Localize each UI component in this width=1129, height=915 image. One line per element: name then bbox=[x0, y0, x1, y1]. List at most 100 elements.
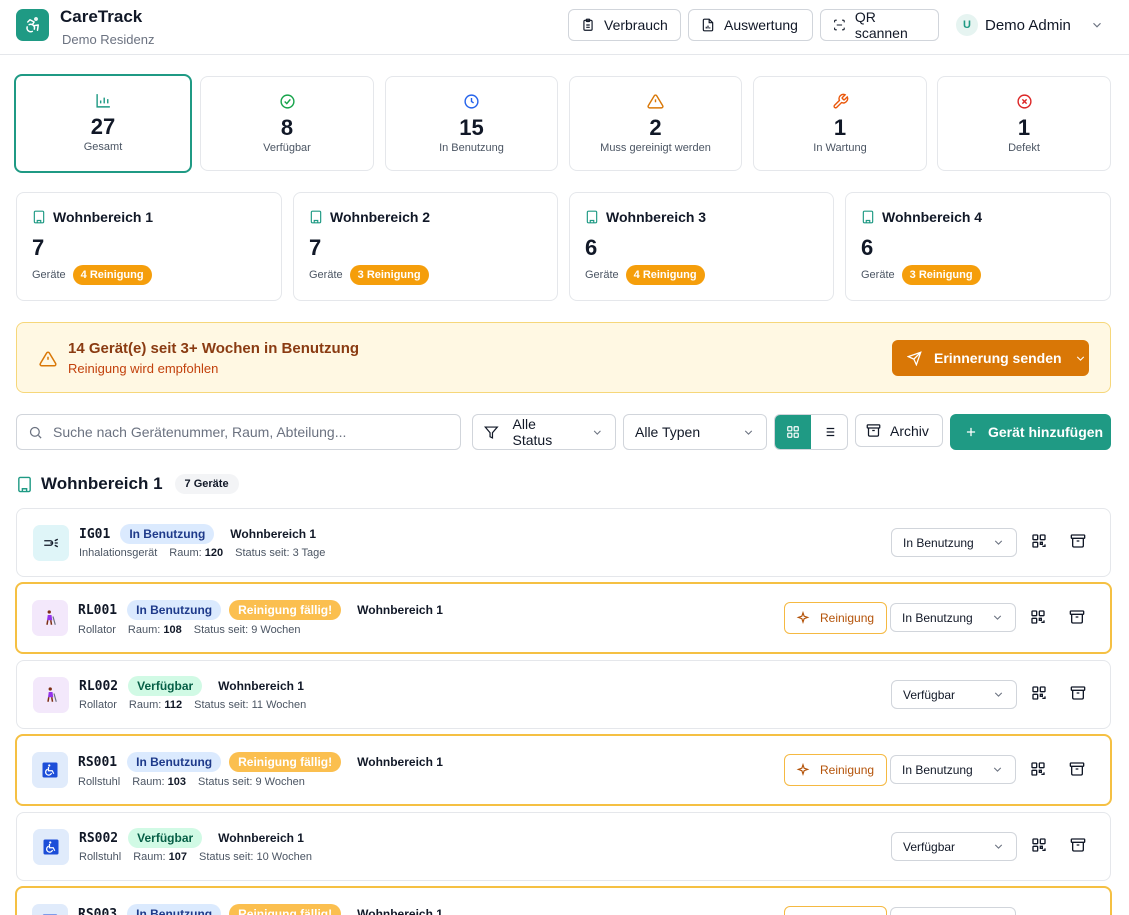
archive-icon[interactable] bbox=[1070, 685, 1086, 701]
stat-card-maintenance[interactable]: 1 In Wartung bbox=[753, 76, 927, 171]
stat-value: 1 bbox=[833, 115, 847, 140]
device-area: Wohnbereich 1 bbox=[218, 679, 304, 693]
chevron-down-icon bbox=[994, 692, 1003, 697]
room-number: 112 bbox=[164, 699, 183, 711]
status-select[interactable]: In Benutzung bbox=[891, 528, 1017, 557]
consumption-button[interactable]: Verbrauch bbox=[568, 9, 681, 41]
area-count: 6 bbox=[585, 235, 598, 260]
device-row[interactable]: RS002 Verfügbar Wohnbereich 1 Rollstuhl … bbox=[16, 812, 1111, 881]
status-since: Status seit: 9 Wochen bbox=[193, 624, 301, 636]
device-area: Wohnbereich 1 bbox=[357, 755, 443, 769]
archive-icon[interactable] bbox=[1070, 837, 1086, 853]
cleaning-badge: 4 Reinigung bbox=[72, 265, 152, 285]
status-since: Status seit: 10 Wochen bbox=[199, 851, 312, 863]
search-input[interactable]: Suche nach Gerätenummer, Raum, Abteilung… bbox=[16, 414, 461, 450]
area-name: Wohnbereich 3 bbox=[606, 209, 707, 225]
evaluation-button[interactable]: Auswertung bbox=[688, 9, 813, 41]
avatar: U bbox=[956, 14, 978, 36]
cleaning-due-badge: Reinigung fällig! bbox=[229, 904, 342, 915]
archive-icon[interactable] bbox=[1069, 761, 1085, 777]
status-select-value: Verfügbar bbox=[903, 839, 956, 854]
archive-icon[interactable] bbox=[1069, 609, 1085, 625]
device-row[interactable]: RL001 In Benutzung Reinigung fällig! Woh… bbox=[15, 582, 1112, 654]
device-id: IG01 bbox=[79, 526, 111, 542]
status-select[interactable]: Verfügbar bbox=[891, 832, 1017, 861]
add-device-button[interactable]: Gerät hinzufügen bbox=[950, 414, 1111, 450]
stat-card-available[interactable]: 8 Verfügbar bbox=[200, 76, 374, 171]
type-filter-select[interactable]: Alle Typen bbox=[623, 414, 767, 450]
device-id: RS003 bbox=[78, 906, 118, 915]
stat-label: Gesamt bbox=[83, 141, 123, 153]
stat-card-needs-cleaning[interactable]: 2 Muss gereinigt werden bbox=[569, 76, 742, 171]
area-card-3[interactable]: Wohnbereich 3 6 Geräte 4 Reinigung bbox=[569, 192, 834, 301]
qr-code-icon[interactable] bbox=[1030, 761, 1046, 777]
area-card-1[interactable]: Wohnbereich 1 7 Geräte 4 Reinigung bbox=[16, 192, 282, 301]
grid-view-button[interactable] bbox=[775, 415, 811, 449]
stat-value: 15 bbox=[459, 115, 484, 140]
list-view-button[interactable] bbox=[811, 415, 847, 449]
area-name: Wohnbereich 2 bbox=[330, 209, 431, 225]
status-since: Status seit: 3 Tage bbox=[235, 547, 326, 559]
area-card-2[interactable]: Wohnbereich 2 7 Geräte 3 Reinigung bbox=[293, 192, 558, 301]
device-row[interactable]: RS003 In Benutzung Reinigung fällig! Woh… bbox=[15, 886, 1112, 915]
area-card-4[interactable]: Wohnbereich 4 6 Geräte 3 Reinigung bbox=[845, 192, 1111, 301]
section-title: Wohnbereich 1 bbox=[41, 474, 163, 493]
stat-value: 2 bbox=[649, 115, 662, 140]
bar-chart-icon bbox=[95, 94, 110, 108]
cleaning-button-label: Reinigung bbox=[820, 763, 875, 777]
consumption-label: Verbrauch bbox=[604, 17, 668, 33]
stat-value: 27 bbox=[90, 114, 116, 139]
user-menu[interactable]: U Demo Admin bbox=[956, 10, 1104, 40]
cleaning-button[interactable]: Reinigung bbox=[784, 602, 887, 634]
qr-code-icon[interactable] bbox=[1031, 533, 1047, 549]
device-type: Rollator bbox=[79, 699, 117, 711]
qr-scan-label: QR scannen bbox=[854, 9, 908, 41]
device-area: Wohnbereich 1 bbox=[230, 527, 317, 541]
send-icon bbox=[907, 350, 922, 366]
status-badge: Verfügbar bbox=[128, 828, 203, 848]
area-name: Wohnbereich 1 bbox=[53, 209, 154, 225]
list-icon bbox=[823, 427, 835, 437]
qr-code-icon[interactable] bbox=[1031, 837, 1047, 853]
status-select[interactable]: Verfügbar bbox=[891, 680, 1017, 709]
status-since: Status seit: 11 Wochen bbox=[194, 699, 307, 711]
cleaning-button[interactable] bbox=[784, 906, 887, 915]
scan-icon bbox=[834, 19, 845, 31]
archive-button[interactable]: Archiv bbox=[855, 414, 943, 447]
device-count-badge: 7 Geräte bbox=[174, 474, 239, 494]
qr-scan-button[interactable]: QR scannen bbox=[820, 9, 939, 41]
device-row[interactable]: RL002 Verfügbar Wohnbereich 1 Rollator R… bbox=[16, 660, 1111, 729]
status-filter-select[interactable]: Alle Status bbox=[472, 414, 616, 450]
chevron-down-icon bbox=[1076, 355, 1084, 361]
building-icon bbox=[33, 210, 45, 224]
cleaning-badge: 4 Reinigung bbox=[625, 265, 705, 285]
room-number: 107 bbox=[168, 851, 188, 863]
stat-card-total[interactable]: 27 Gesamt bbox=[14, 74, 192, 173]
device-row[interactable]: RS001 In Benutzung Reinigung fällig! Woh… bbox=[15, 734, 1112, 806]
stat-label: Defekt bbox=[1008, 142, 1040, 154]
device-row[interactable]: IG01 In Benutzung Wohnbereich 1 Inhalati… bbox=[16, 508, 1111, 577]
cleaning-due-badge: Reinigung fällig! bbox=[229, 600, 342, 620]
user-name: Demo Admin bbox=[985, 16, 1071, 34]
status-select[interactable]: In Benutzung bbox=[890, 603, 1016, 632]
status-select[interactable]: In Benutzung bbox=[890, 755, 1016, 784]
send-reminder-button[interactable]: Erinnerung senden bbox=[892, 340, 1089, 376]
status-select[interactable] bbox=[890, 907, 1016, 915]
status-since: Status seit: 9 Wochen bbox=[198, 776, 305, 788]
facility-name: Demo Residenz bbox=[62, 32, 155, 47]
stat-label: Verfügbar bbox=[263, 142, 311, 154]
device-type: Rollstuhl bbox=[78, 776, 121, 788]
archive-icon[interactable] bbox=[1070, 533, 1086, 549]
stat-card-in-use[interactable]: 15 In Benutzung bbox=[385, 76, 558, 171]
chevron-down-icon bbox=[993, 615, 1002, 620]
qr-code-icon[interactable] bbox=[1030, 609, 1046, 625]
area-devices-label: Geräte bbox=[309, 269, 343, 281]
stat-card-defect[interactable]: 1 Defekt bbox=[937, 76, 1111, 171]
alert-subtitle: Reinigung wird empfohlen bbox=[68, 361, 219, 376]
add-device-label: Gerät hinzufügen bbox=[988, 424, 1104, 440]
cleaning-button[interactable]: Reinigung bbox=[784, 754, 887, 786]
device-type: Inhalationsgerät bbox=[79, 547, 158, 559]
qr-code-icon[interactable] bbox=[1031, 685, 1047, 701]
alert-title: 14 Gerät(e) seit 3+ Wochen in Benutzung bbox=[68, 340, 360, 357]
room-number: 120 bbox=[204, 547, 224, 559]
